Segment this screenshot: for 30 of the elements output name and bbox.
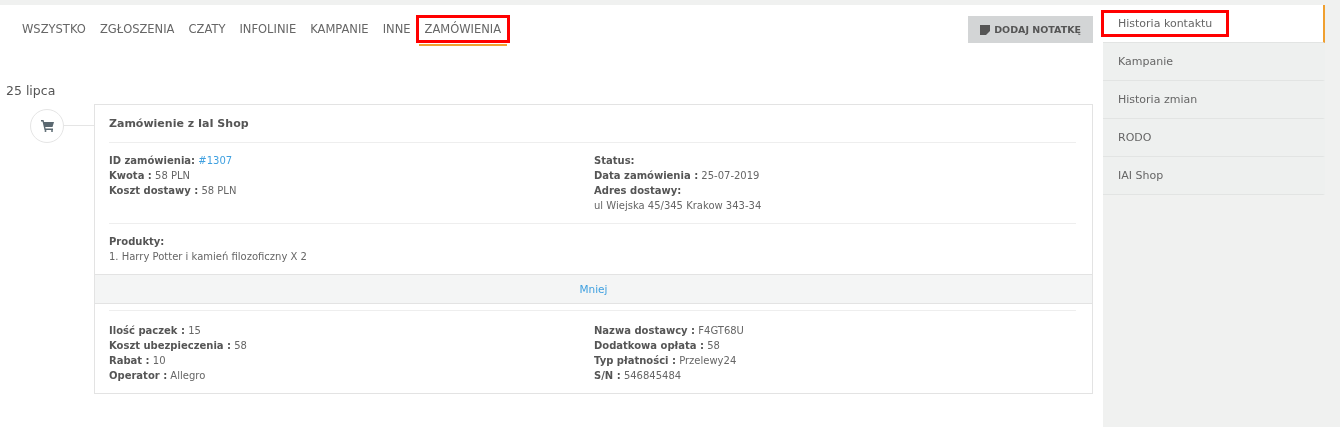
field-line: Typ płatności : Przelewy24 (594, 354, 738, 368)
field-line: Koszt dostawy : 58 PLN (109, 184, 238, 198)
field-line: Operator : Allegro (109, 369, 207, 383)
field-label: Adres dostawy: (594, 184, 683, 198)
tab[interactable]: KAMPANIE (304, 16, 375, 46)
product-item: 1. Harry Potter i kamień filozoficzny X 2 (109, 250, 308, 264)
field-line: Dodatkowa opłata : 58 (594, 339, 721, 353)
side-menu-item[interactable]: Historia kontaktu (1103, 5, 1325, 43)
field-line: Koszt ubezpieczenia : 58 (109, 339, 248, 353)
tab[interactable]: CZATY (182, 16, 232, 46)
card-title: Zamówienie z IaI Shop (108, 116, 250, 132)
products-label: Produkty: (109, 235, 166, 249)
field-line: Rabat : 10 (109, 354, 167, 368)
tab[interactable]: INFOLINIE (233, 16, 303, 46)
field-value: ul Wiejska 45/345 Krakow 343-34 (594, 199, 763, 213)
field-line: ID zamówienia: #1307 (109, 154, 234, 168)
field-line: S/N : 546845484 (594, 369, 683, 383)
note-icon (980, 24, 991, 35)
field-line: Kwota : 58 PLN (109, 169, 192, 183)
date-label: 25 lipca (5, 82, 57, 98)
tab[interactable]: ZGŁOSZENIA (93, 16, 181, 46)
field-line: Data zamówienia : 25-07-2019 (594, 169, 761, 183)
field-line: Nazwa dostawcy : F4GT68U (594, 324, 745, 338)
cart-icon (40, 120, 54, 132)
tab[interactable]: INNE (376, 16, 417, 46)
field-line: Status: (594, 154, 636, 168)
field-line: Ilość paczek : 15 (109, 324, 202, 338)
tab[interactable]: WSZYSTKO (16, 16, 92, 46)
add-note-button[interactable]: DODAJ NOTATKĘ (968, 16, 1093, 43)
tab[interactable]: ZAMÓWIENIA (418, 16, 508, 46)
